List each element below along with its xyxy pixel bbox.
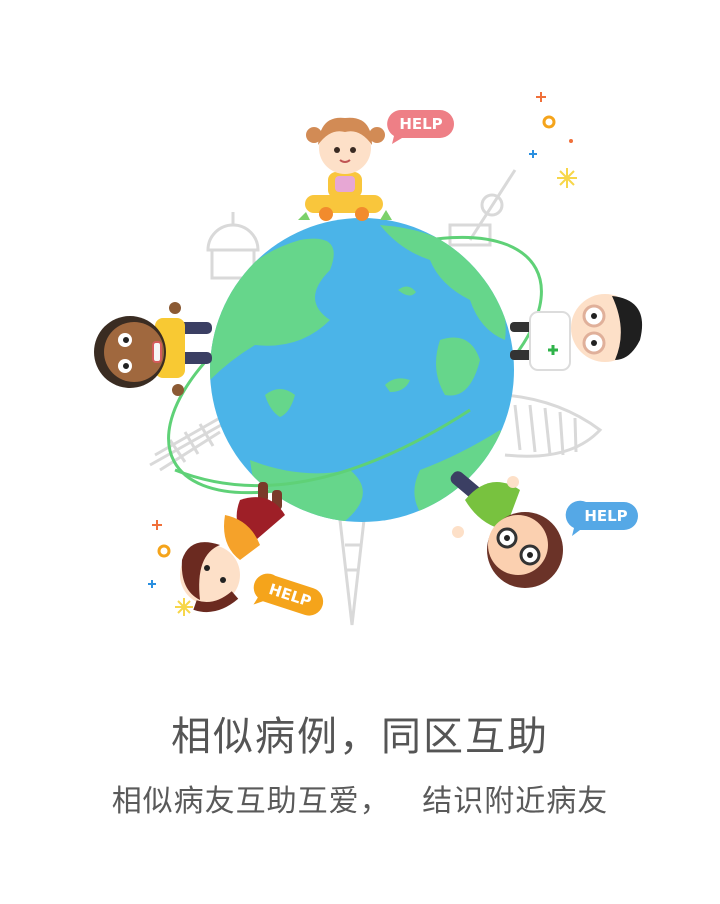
page-subtitle: 相似病友互助互爱， 结识附近病友 xyxy=(111,784,609,819)
help-bubble-orange: HELP xyxy=(253,573,324,616)
globe-icon xyxy=(210,218,514,522)
character-boy-left xyxy=(94,302,212,396)
help-bubble-blue: HELP xyxy=(565,500,638,536)
svg-text:HELP: HELP xyxy=(584,507,627,525)
svg-text:HELP: HELP xyxy=(399,115,442,133)
onboarding-illustration: HELP HELP HELP xyxy=(94,92,643,626)
help-bubble-pink: HELP xyxy=(387,109,454,144)
character-boy-glasses xyxy=(450,471,563,588)
character-doctor-right xyxy=(510,294,643,371)
character-girl-top xyxy=(298,117,392,221)
page-title: 相似病例，同区互助 xyxy=(171,714,549,760)
